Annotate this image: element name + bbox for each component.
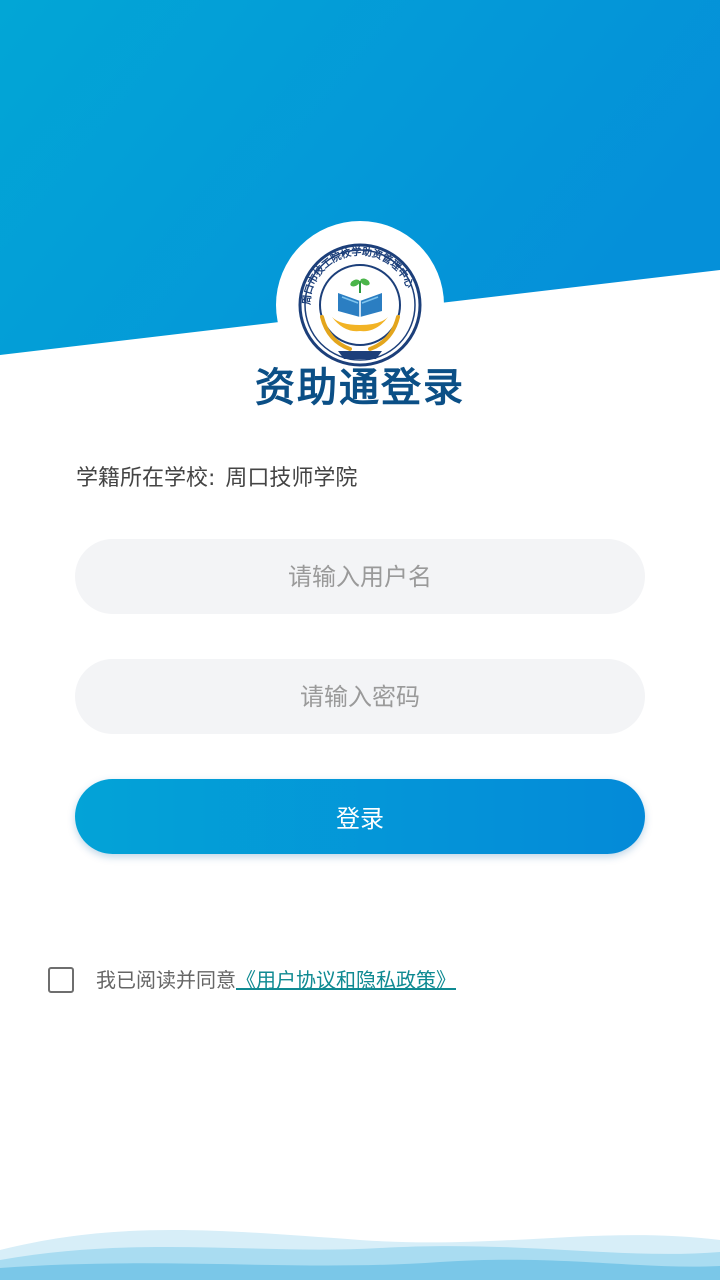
school-label: 学籍所在学校: xyxy=(76,466,216,491)
page-title: 资助通登录 xyxy=(255,365,465,411)
agreement-checkbox[interactable] xyxy=(48,967,74,993)
password-input[interactable] xyxy=(75,659,645,734)
username-input[interactable] xyxy=(75,539,645,614)
bottom-waves-decoration xyxy=(0,1230,720,1280)
school-name: 周口技师学院 xyxy=(225,466,358,491)
login-button[interactable]: 登录 xyxy=(75,779,645,854)
school-info: 学籍所在学校: 周口技师学院 xyxy=(76,462,357,496)
agreement-link[interactable]: 《用户协议和隐私政策》 xyxy=(236,965,456,995)
agreement-text: 我已阅读并同意 xyxy=(96,968,236,992)
username-field-container xyxy=(75,539,645,614)
agreement-row: 我已阅读并同意 《用户协议和隐私政策》 xyxy=(48,965,456,995)
password-field-container xyxy=(75,659,645,734)
